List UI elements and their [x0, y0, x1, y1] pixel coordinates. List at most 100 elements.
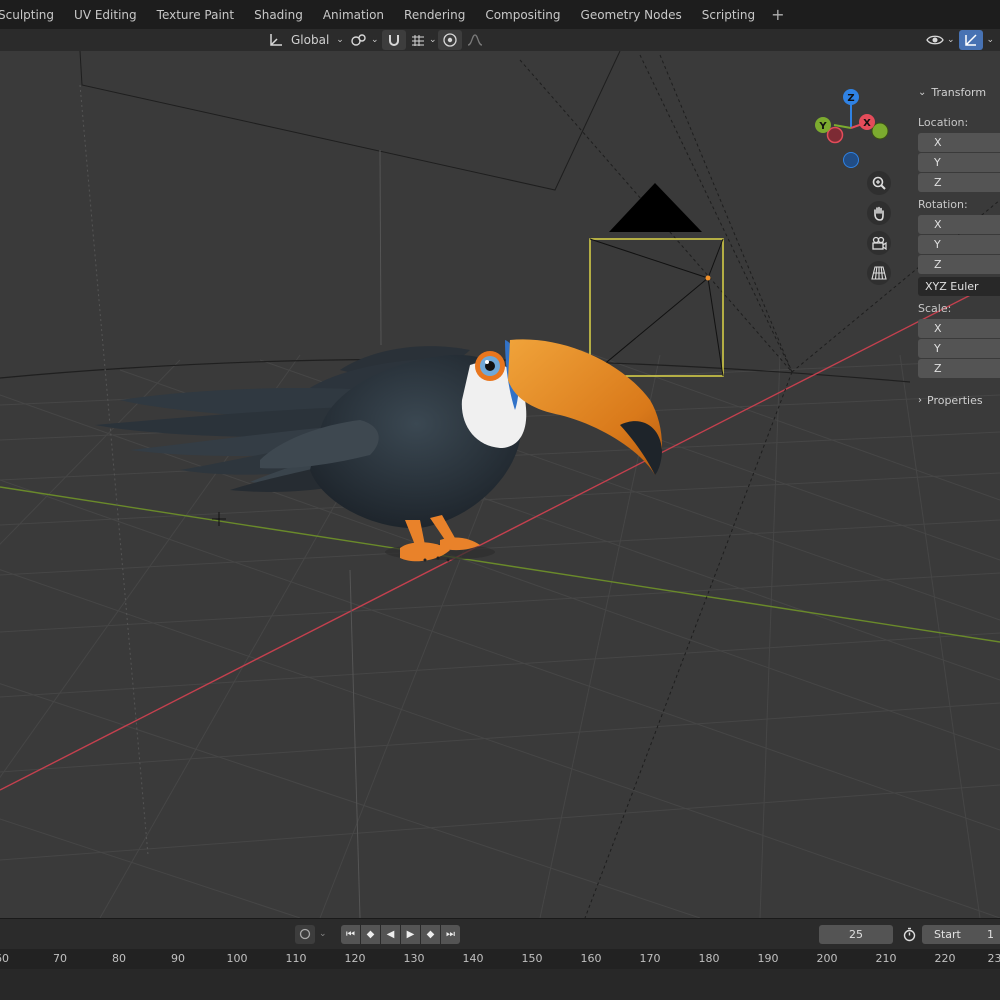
eye-icon [926, 35, 944, 45]
rotation-x-label: X [934, 218, 942, 231]
3d-viewport[interactable]: Z Y X ⌄ Transform Location: X Y Z Rotati… [0, 51, 1000, 918]
orientation-icon [270, 34, 282, 46]
previous-keyframe-icon[interactable]: ◆ [361, 924, 380, 944]
rotation-label: Rotation: [918, 198, 968, 211]
ruler-tick: 110 [285, 952, 307, 965]
ruler-tick: 220 [934, 952, 956, 965]
scale-y-field[interactable]: Y [918, 339, 1000, 358]
ruler-tick: 120 [344, 952, 366, 965]
location-z-field[interactable]: Z [918, 173, 1000, 192]
proportional-editing-toggle[interactable] [438, 30, 462, 50]
gizmo-neg-x-icon[interactable] [826, 126, 844, 144]
location-z-label: Z [934, 176, 942, 189]
jump-to-start-icon[interactable]: ⏮ [341, 924, 360, 944]
gizmo-neg-z-icon[interactable] [843, 152, 859, 168]
scale-label: Scale: [918, 302, 952, 315]
ruler-tick: 170 [639, 952, 661, 965]
start-frame-field[interactable]: Start 1 [922, 925, 1000, 944]
stopwatch-icon[interactable] [900, 925, 919, 944]
gizmo-neg-y-icon[interactable] [871, 122, 889, 140]
chevron-down-icon[interactable]: ⌄ [319, 929, 327, 939]
location-x-label: X [934, 136, 942, 149]
auto-keying-toggle[interactable] [295, 924, 315, 944]
rotation-mode-dropdown[interactable]: XYZ Euler [918, 277, 1000, 296]
tab-uv-editing[interactable]: UV Editing [64, 0, 147, 29]
tab-texture-paint[interactable]: Texture Paint [147, 0, 244, 29]
properties-panel-header[interactable]: › Properties [918, 394, 983, 407]
play-reverse-icon[interactable]: ◀ [381, 924, 400, 944]
ruler-tick: 160 [580, 952, 602, 965]
scale-z-field[interactable]: Z [918, 359, 1000, 378]
transform-orientation-dropdown[interactable]: Global ⌄ [264, 30, 348, 50]
grid-snap-icon [412, 35, 424, 46]
scale-z-label: Z [934, 362, 942, 375]
scale-x-label: X [934, 322, 942, 335]
perspective-grid-icon[interactable] [867, 261, 891, 285]
location-x-field[interactable]: X [918, 133, 1000, 152]
tab-compositing[interactable]: Compositing [475, 0, 570, 29]
tab-scripting[interactable]: Scripting [692, 0, 765, 29]
gizmo-x-label: X [863, 118, 871, 129]
ruler-tick: 130 [403, 952, 425, 965]
tab-rendering[interactable]: Rendering [394, 0, 475, 29]
timeline-track-area[interactable] [0, 969, 1000, 1000]
pivot-icon [351, 34, 366, 46]
record-circle-icon [299, 928, 311, 940]
gizmo-z-label: Z [847, 93, 854, 104]
overlay-group: ⌄ ⌄ [922, 29, 998, 51]
tab-animation[interactable]: Animation [313, 0, 394, 29]
scale-y-label: Y [934, 342, 941, 355]
falloff-dropdown[interactable] [462, 30, 488, 50]
gizmo-toggle[interactable] [958, 30, 983, 50]
jump-to-end-icon[interactable]: ⏭ [441, 924, 460, 944]
chevron-down-icon: ⌄ [918, 87, 927, 98]
snap-toggle[interactable] [382, 30, 406, 50]
pivot-point-dropdown[interactable]: ⌄ [346, 30, 383, 50]
rotation-y-field[interactable]: Y [918, 235, 1000, 254]
timeline-header: ⌄ ⏮ ◆ ◀ ▶ ◆ ⏭ 25 Start 1 [0, 918, 1000, 949]
ruler-tick: 90 [171, 952, 185, 965]
next-keyframe-icon[interactable]: ◆ [421, 924, 440, 944]
chevron-down-icon: ⌄ [336, 35, 344, 45]
rotation-x-field[interactable]: X [918, 215, 1000, 234]
scale-x-field[interactable]: X [918, 319, 1000, 338]
snap-target-dropdown[interactable]: ⌄ [406, 30, 441, 50]
ruler-tick: 200 [816, 952, 838, 965]
timeline-ruler[interactable]: 60 70 80 90 100 110 120 130 140 150 160 … [0, 949, 1000, 969]
gizmo-options-dropdown[interactable]: ⌄ [983, 30, 999, 50]
transform-title: Transform [931, 86, 987, 99]
start-label: Start [934, 928, 961, 941]
tab-geometry-nodes[interactable]: Geometry Nodes [571, 0, 692, 29]
navigation-gizmo[interactable]: Z Y X [810, 86, 894, 170]
camera-view-icon[interactable] [867, 231, 891, 255]
ruler-tick: 230 [987, 952, 1000, 965]
scene-canvas[interactable] [0, 51, 1000, 918]
viewport-header: Global ⌄ ⌄ ⌄ ⌄ ⌄ [0, 29, 1000, 51]
location-y-field[interactable]: Y [918, 153, 1000, 172]
location-y-label: Y [934, 156, 941, 169]
proportional-editing-group [438, 29, 488, 51]
transform-panel-header[interactable]: ⌄ Transform [918, 86, 986, 99]
ruler-tick: 190 [757, 952, 779, 965]
add-workspace-button[interactable]: + [765, 0, 790, 29]
tab-sculpting[interactable]: Sculpting [0, 0, 64, 29]
rotation-y-label: Y [934, 238, 941, 251]
visibility-dropdown[interactable]: ⌄ [922, 30, 959, 50]
gizmo-icon [964, 34, 977, 46]
zoom-icon[interactable] [867, 171, 891, 195]
rotation-z-field[interactable]: Z [918, 255, 1000, 274]
ruler-tick: 150 [521, 952, 543, 965]
start-value: 1 [987, 928, 994, 941]
gizmo-y-label: Y [818, 121, 827, 132]
hand-pan-icon[interactable] [867, 201, 891, 225]
workspace-tabbar: Sculpting UV Editing Texture Paint Shadi… [0, 0, 1000, 29]
current-frame-field[interactable]: 25 [819, 925, 893, 944]
playback-controls: ⏮ ◆ ◀ ▶ ◆ ⏭ [341, 924, 460, 944]
tab-shading[interactable]: Shading [244, 0, 313, 29]
rotation-z-label: Z [934, 258, 942, 271]
location-label: Location: [918, 116, 969, 129]
play-icon[interactable]: ▶ [401, 924, 420, 944]
ruler-tick: 180 [698, 952, 720, 965]
proportional-edit-icon [443, 33, 457, 47]
keying-group: ⌄ [295, 924, 327, 944]
